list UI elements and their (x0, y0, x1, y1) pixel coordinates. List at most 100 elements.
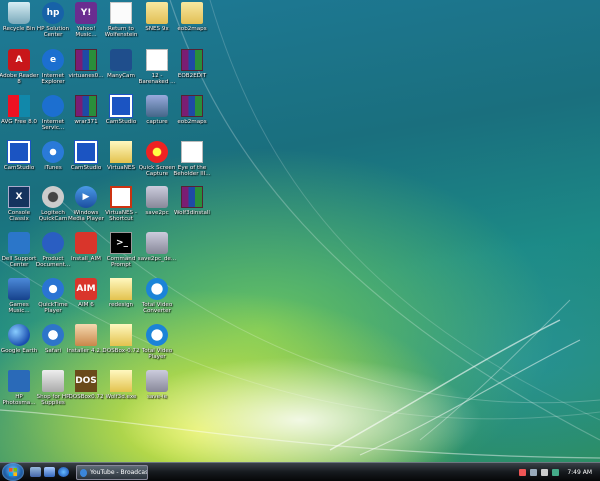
camstudio-icon (7, 140, 31, 164)
desktop-icon[interactable]: HP Photosma... (0, 368, 38, 418)
winrar-archive-icon (75, 49, 97, 71)
desktop-icon-label: VirtuaNES (107, 165, 135, 171)
desktop-icon[interactable]: MP3 12 - Barenaked ... (138, 47, 176, 97)
internet-explorer-icon: e (42, 49, 64, 71)
camstudio-icon (74, 140, 98, 164)
desktop-icon[interactable]: CamStudio (102, 93, 140, 143)
desktop-icon-label: Total Video Converter (141, 302, 173, 315)
save2pc-icon (146, 370, 168, 392)
desktop-icon[interactable]: redesign (102, 276, 140, 326)
desktop-icon[interactable]: virtuanes0... (67, 47, 105, 97)
windows-logo-icon (9, 468, 17, 476)
desktop-icon-label: Windows Media Player (68, 210, 104, 223)
winrar-archive-icon (181, 49, 203, 71)
desktop-icon-label: Total Video Player (141, 348, 173, 361)
desktop-icon[interactable]: X Console Classix (0, 184, 38, 234)
installer-icon (75, 324, 97, 346)
desktop-icon-label: EOB2EDIT (177, 73, 207, 79)
folder-icon (110, 278, 132, 300)
desktop-icon-label: CamStudio (70, 165, 102, 171)
desktop-icon[interactable]: Y! Yahoo! Music... (67, 0, 105, 50)
desktop-icon[interactable]: Install_AIM (67, 230, 105, 280)
desktop-icon-label: VirtuaNES - Shortcut (105, 210, 137, 223)
desktop-icon[interactable]: save2pc (138, 184, 176, 234)
desktop-icon[interactable]: Wolf3d.exe (102, 368, 140, 418)
desktop-icon[interactable]: C Total Video Converter (138, 276, 176, 326)
desktop-icon[interactable]: save-ie (138, 368, 176, 418)
desktop-icon[interactable]: AVG Free 8.0 (0, 93, 38, 143)
desktop-icon[interactable]: Dell Support Center (0, 230, 38, 280)
desktop-icon[interactable]: ▶ Total Video Player (138, 322, 176, 372)
desktop-icon[interactable]: Installer 4.2... (67, 322, 105, 372)
desktop-icon[interactable]: CamStudio (0, 139, 38, 189)
desktop-icon-label: 12 - Barenaked ... (138, 73, 176, 86)
hp-photosmart-icon (8, 370, 30, 392)
desktop-icon[interactable]: AIM AIM 6 (67, 276, 105, 326)
desktop-icon[interactable]: Return to Wolfenstein (102, 0, 140, 50)
show-desktop-icon[interactable] (30, 467, 41, 477)
desktop-icon[interactable]: >_ Command Prompt (102, 230, 140, 280)
desktop-icon[interactable]: ManyCam (102, 47, 140, 97)
dell-support-icon (8, 232, 30, 254)
desktop-icon[interactable]: Eye of the Beholder III... (173, 139, 211, 189)
recycle-bin-icon (8, 2, 30, 24)
save2pc-icon (146, 186, 168, 208)
desktop-icon[interactable]: CamStudio (67, 139, 105, 189)
avg-icon (8, 95, 30, 117)
internet-services-icon (42, 95, 64, 117)
antivirus-tray-icon[interactable] (519, 468, 527, 476)
desktop-icon[interactable]: EOB2EDIT (173, 47, 211, 97)
desktop-icon[interactable]: A Adobe Reader 8 (0, 47, 39, 97)
switch-windows-icon[interactable] (44, 467, 55, 477)
start-button[interactable] (2, 463, 24, 481)
games-icon (8, 278, 30, 300)
product-documents-icon (42, 232, 64, 254)
network-tray-icon[interactable] (530, 468, 538, 476)
clock[interactable]: 7:49 AM (567, 469, 592, 476)
dosbox-icon: DOS (75, 370, 97, 392)
manycam-icon (110, 49, 132, 71)
desktop-icon[interactable]: wrar371 (67, 93, 105, 143)
desktop-icon[interactable]: Wolf3dinstall (173, 184, 211, 234)
desktop-icon[interactable]: save2pc_de... (138, 230, 176, 280)
desktop-icon[interactable]: Quick Screen Capture (138, 139, 176, 189)
desktop-icon[interactable]: Recycle Bin (0, 0, 38, 50)
desktop-icon[interactable]: DOSBox-0.72 (102, 322, 140, 372)
desktop-icon-label: DOSBox0.72 (68, 394, 104, 400)
desktop-icon-label: DOSBox-0.72 (102, 348, 140, 354)
console-classix-icon: X (8, 186, 30, 208)
desktop-icon[interactable]: VirtuaNES - Shortcut (102, 184, 140, 234)
capture-icon (146, 95, 168, 117)
taskbar: YouTube - Broadcas... 7:49 AM (0, 462, 600, 481)
desktop-icon-label: capture (146, 119, 168, 125)
video-player-icon: ▶ (146, 324, 168, 346)
desktop-icon[interactable]: ▶ Windows Media Player (67, 184, 105, 234)
adobe-reader-icon: A (8, 49, 30, 71)
desktop-icon-label: CamStudio (105, 119, 137, 125)
folder-icon (181, 2, 203, 24)
aim-installer-icon (75, 232, 97, 254)
quicktime-icon (42, 278, 64, 300)
folder-icon (146, 2, 168, 24)
desktop-icon-label: save2pc (145, 210, 169, 216)
desktop-icon-label: eob2maps (177, 26, 207, 32)
system-tray: 7:49 AM (516, 463, 600, 481)
desktop-icon[interactable]: eob2maps (173, 93, 211, 143)
desktop-icon[interactable]: SNES 9x (138, 0, 176, 50)
desktop-icon[interactable]: VirtuaNES (102, 139, 140, 189)
video-converter-icon: C (146, 278, 168, 300)
security-tray-icon[interactable] (552, 468, 560, 476)
desktop-icon-label: virtuanes0... (68, 73, 104, 79)
volume-tray-icon[interactable] (541, 468, 549, 476)
desktop-icon[interactable]: eob2maps (173, 0, 211, 50)
google-earth-icon (8, 324, 30, 346)
desktop-icon[interactable]: DOS DOSBox0.72 (67, 368, 105, 418)
winrar-archive-icon (181, 186, 203, 208)
mp3-file-icon: MP3 (146, 49, 168, 71)
desktop-icon[interactable]: Google Earth (0, 322, 38, 372)
desktop-icon[interactable]: Games Music... (0, 276, 38, 326)
taskbar-button-youtube[interactable]: YouTube - Broadcas... (76, 465, 148, 480)
desktop-icon-label: Eye of the Beholder III... (173, 165, 211, 178)
internet-explorer-quicklaunch-icon[interactable] (58, 467, 69, 477)
desktop-icon[interactable]: capture (138, 93, 176, 143)
